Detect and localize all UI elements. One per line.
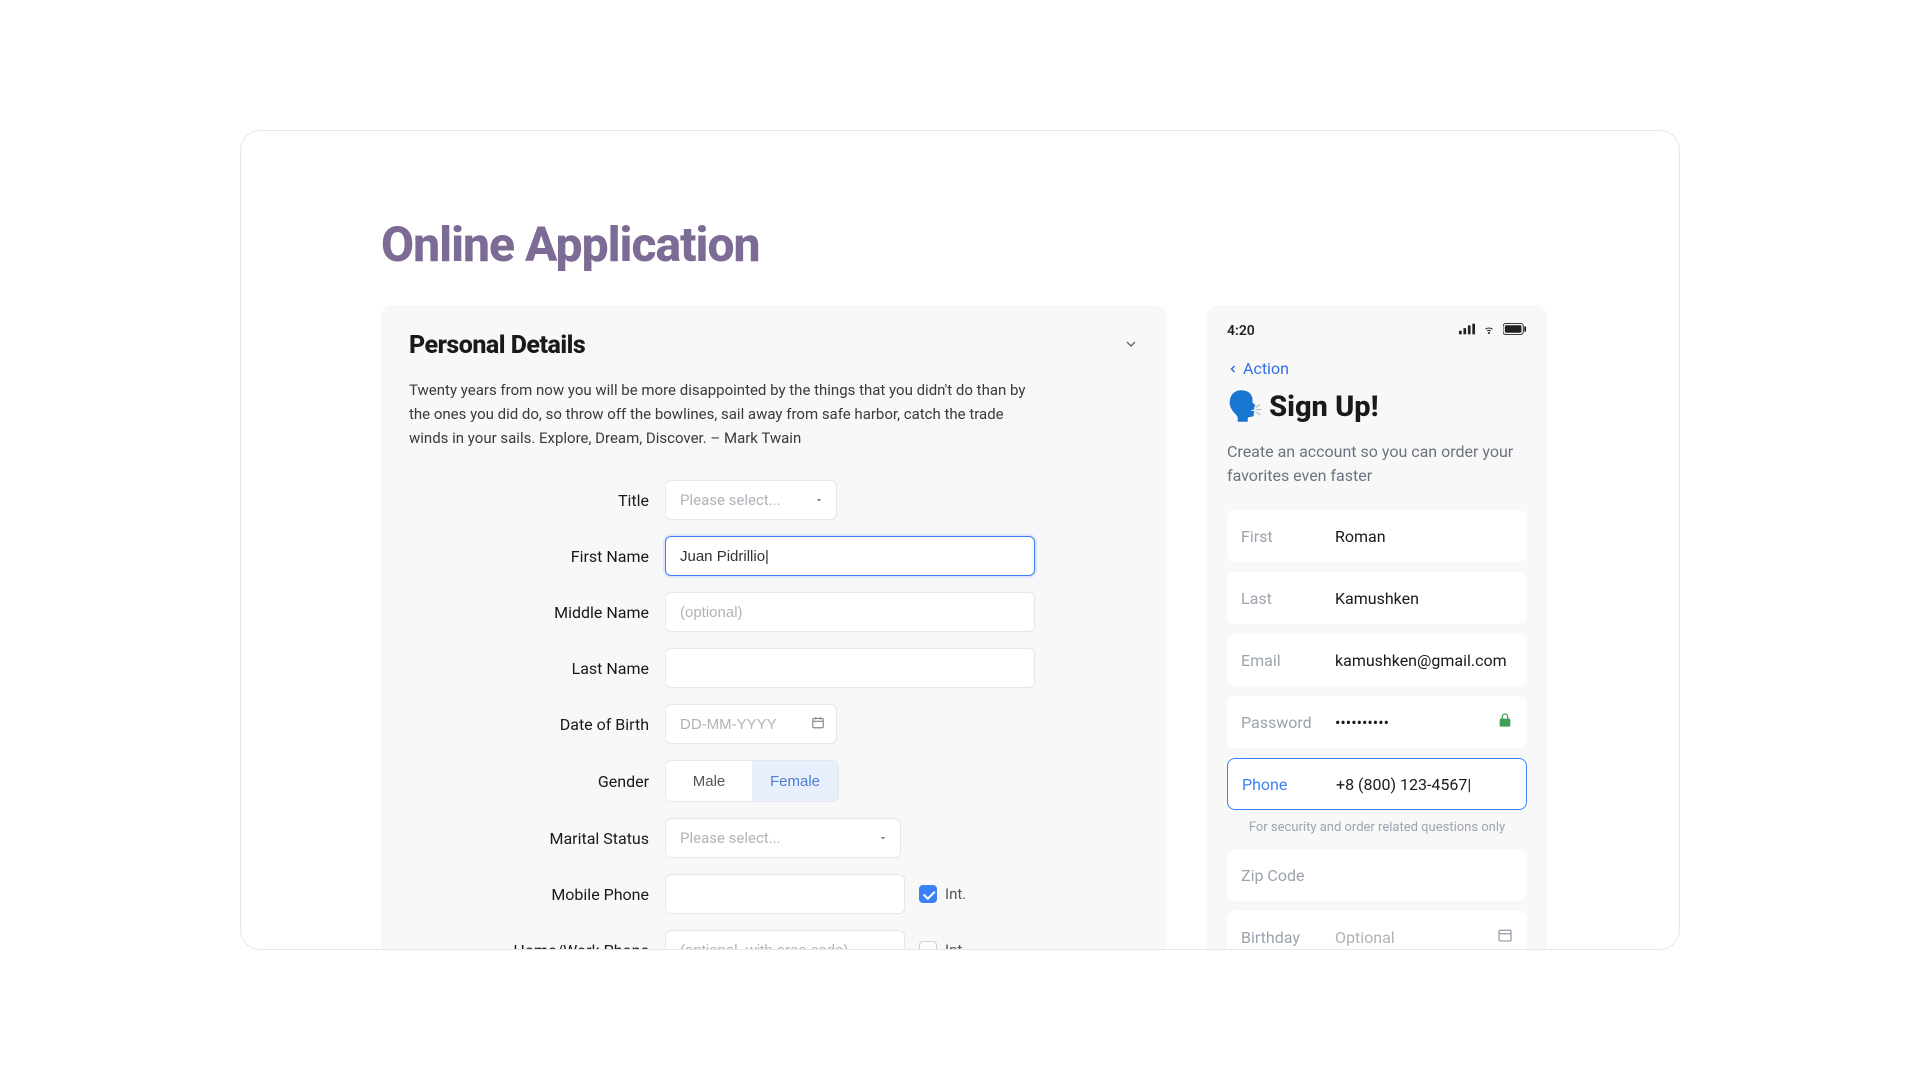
back-label: Action [1243, 359, 1289, 378]
personal-details-panel: Personal Details Twenty years from now y… [381, 305, 1167, 950]
homework-phone-input[interactable] [665, 930, 905, 950]
lock-icon [1497, 712, 1513, 732]
marital-label: Marital Status [409, 829, 649, 848]
mobile-phone-label: Mobile Phone [409, 885, 649, 904]
m-email-label: Email [1241, 651, 1335, 670]
app-frame: Online Application Personal Details Twen… [240, 130, 1680, 950]
mobile-subtitle: Create an account so you can order your … [1227, 440, 1527, 488]
dob-label: Date of Birth [409, 715, 649, 734]
marital-select-placeholder: Please select... [680, 829, 781, 847]
dropdown-arrow-icon [878, 829, 888, 847]
homework-phone-label: Home/Work Phone [409, 941, 649, 951]
wifi-icon [1481, 323, 1497, 339]
m-phone-field[interactable]: Phone +8 (800) 123-4567| [1227, 758, 1527, 810]
gender-female-button[interactable]: Female [752, 761, 838, 801]
m-first-field[interactable]: First Roman [1227, 510, 1527, 562]
m-first-label: First [1241, 527, 1335, 546]
m-password-label: Password [1241, 713, 1335, 732]
m-birthday-placeholder: Optional [1335, 928, 1513, 947]
signal-icon [1459, 323, 1475, 339]
last-name-label: Last Name [409, 659, 649, 678]
mobile-title: 🗣️ Sign Up! [1227, 390, 1527, 424]
battery-icon [1503, 323, 1527, 339]
m-birthday-label: Birthday [1241, 928, 1335, 947]
calendar-icon[interactable] [811, 715, 825, 734]
m-last-label: Last [1241, 589, 1335, 608]
gender-group: Male Female [665, 760, 839, 802]
m-password-value: •••••••••• [1335, 713, 1513, 732]
middle-name-input[interactable] [665, 592, 1035, 632]
back-button[interactable]: Action [1227, 359, 1527, 378]
m-email-field[interactable]: Email kamushken@gmail.com [1227, 634, 1527, 686]
homework-int-checkbox[interactable] [919, 941, 937, 950]
mobile-int-checkbox[interactable] [919, 885, 937, 903]
title-select-placeholder: Please select... [680, 491, 781, 509]
calendar-icon[interactable] [1497, 927, 1513, 947]
marital-select[interactable]: Please select... [665, 818, 901, 858]
mobile-int-label: Int. [945, 885, 966, 903]
m-phone-caption: For security and order related questions… [1227, 820, 1527, 835]
status-bar: 4:20 [1227, 323, 1527, 339]
m-last-field[interactable]: Last Kamushken [1227, 572, 1527, 624]
content-row: Personal Details Twenty years from now y… [241, 273, 1679, 950]
m-phone-label: Phone [1242, 775, 1336, 794]
first-name-input[interactable] [665, 536, 1035, 576]
dropdown-arrow-icon [814, 491, 824, 509]
status-time: 4:20 [1227, 323, 1255, 339]
m-last-value: Kamushken [1335, 589, 1513, 608]
title-select[interactable]: Please select... [665, 480, 837, 520]
mobile-title-text: Sign Up! [1269, 390, 1378, 424]
m-zip-field[interactable]: Zip Code [1227, 849, 1527, 901]
gender-label: Gender [409, 772, 649, 791]
speaking-head-icon: 🗣️ [1227, 390, 1263, 424]
panel-heading: Personal Details [409, 331, 585, 360]
panel-description: Twenty years from now you will be more d… [409, 378, 1029, 450]
middle-name-label: Middle Name [409, 603, 649, 622]
m-phone-value: +8 (800) 123-4567| [1336, 775, 1512, 794]
m-birthday-field[interactable]: Birthday Optional [1227, 911, 1527, 950]
last-name-input[interactable] [665, 648, 1035, 688]
collapse-chevron-icon[interactable] [1123, 336, 1139, 356]
mobile-phone-input[interactable] [665, 874, 905, 914]
title-label: Title [409, 491, 649, 510]
m-password-field[interactable]: Password •••••••••• [1227, 696, 1527, 748]
m-zip-label: Zip Code [1241, 866, 1304, 885]
page-title: Online Application [241, 131, 1679, 273]
homework-int-label: Int. [945, 941, 966, 950]
m-first-value: Roman [1335, 527, 1513, 546]
gender-male-button[interactable]: Male [666, 761, 752, 801]
m-email-value: kamushken@gmail.com [1335, 651, 1513, 670]
first-name-label: First Name [409, 547, 649, 566]
mobile-signup-panel: 4:20 Action 🗣️ Sign Up! Create an accoun… [1207, 305, 1547, 950]
